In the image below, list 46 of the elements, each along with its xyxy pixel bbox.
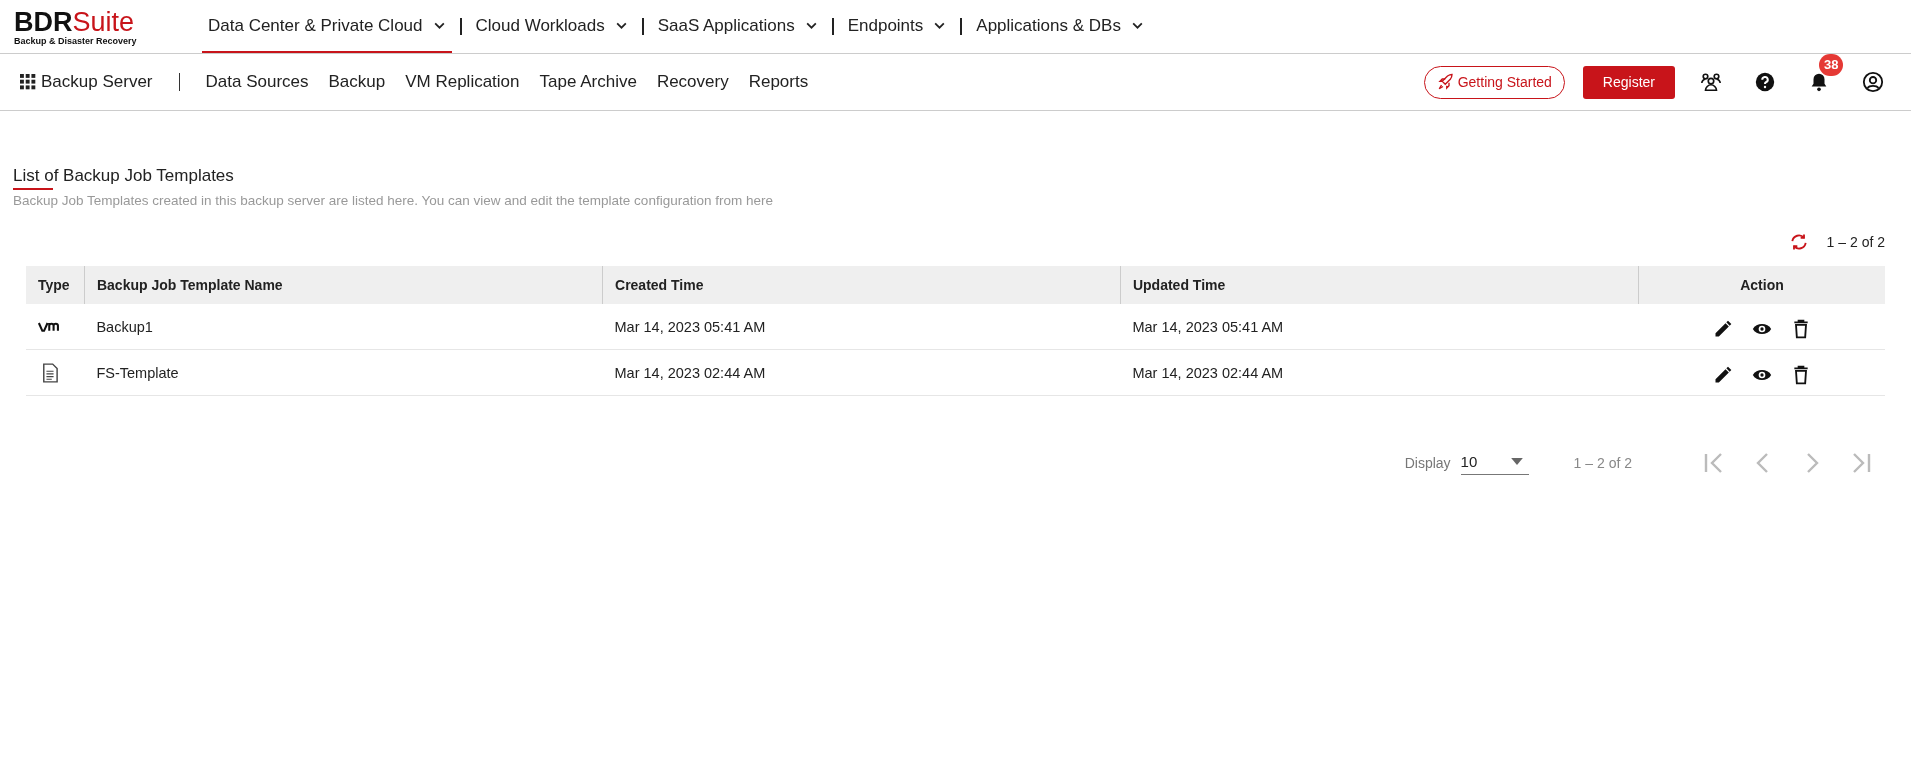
user-icon[interactable] <box>1862 71 1884 93</box>
product-tab[interactable]: SaaS Applications <box>651 0 824 53</box>
nav-separator <box>459 18 462 35</box>
menu-item[interactable]: Tape Archive <box>539 72 637 92</box>
table-cell: Mar 14, 2023 02:44 AM <box>1120 349 1639 396</box>
table-cell: FS-Template <box>84 349 603 396</box>
nav-separator <box>641 18 644 35</box>
menu-item[interactable]: Recovery <box>656 72 729 92</box>
grid-icon[interactable] <box>20 74 36 90</box>
nav-separator <box>831 18 834 35</box>
column-header: Type <box>26 266 85 304</box>
logo-tagline: Backup & Disaster Recovery <box>14 35 137 46</box>
column-header: Backup Job Template Name <box>84 266 603 304</box>
getting-started-button[interactable]: Getting Started <box>1423 65 1565 99</box>
menu-item[interactable]: Reports <box>748 72 809 92</box>
table-cell: Mar 14, 2023 05:41 AM <box>602 304 1121 350</box>
page-description: Backup Job Templates created in this backup server are listed here. You can view and edit the template configuration from here <box>13 193 774 208</box>
page-range: 1 – 2 of 2 <box>1573 455 1632 471</box>
column-header: Updated Time <box>1120 266 1639 304</box>
column-header: Action <box>1638 266 1885 304</box>
dropdown-arrow-icon <box>1510 458 1523 465</box>
record-range: 1 – 2 of 2 <box>1826 234 1885 250</box>
nav-separator <box>960 18 963 35</box>
help-icon[interactable] <box>1754 71 1776 93</box>
menu-item[interactable]: Data Sources <box>205 72 309 92</box>
users-icon[interactable] <box>1700 71 1722 93</box>
register-button[interactable]: Register <box>1582 65 1675 99</box>
table-cell: Backup1 <box>84 304 603 350</box>
page-title: List of Backup Job Templates <box>13 166 234 190</box>
column-header: Created Time <box>602 266 1121 304</box>
product-tab[interactable]: Data Center & Private Cloud <box>202 0 452 53</box>
logo-wordmark: BDRSuite <box>14 7 135 36</box>
menu-item[interactable]: VM Replication <box>405 72 520 92</box>
notification-badge: 38 <box>1819 54 1844 76</box>
table-cell: Mar 14, 2023 05:41 AM <box>1120 304 1639 350</box>
product-tab[interactable]: Cloud Workloads <box>469 0 634 53</box>
document-icon <box>42 362 58 383</box>
rocket-icon <box>1436 73 1455 91</box>
product-tab[interactable]: Endpoints <box>841 0 953 53</box>
menu-divider <box>178 73 180 91</box>
page-size-select[interactable]: 10 <box>1460 451 1529 475</box>
display-label: Display <box>1404 455 1451 471</box>
menu-item[interactable]: Backup <box>328 72 386 92</box>
product-tab[interactable]: Applications & DBs <box>970 0 1150 53</box>
table-cell: Mar 14, 2023 02:44 AM <box>602 349 1121 396</box>
app-title: Backup Server <box>41 72 153 92</box>
